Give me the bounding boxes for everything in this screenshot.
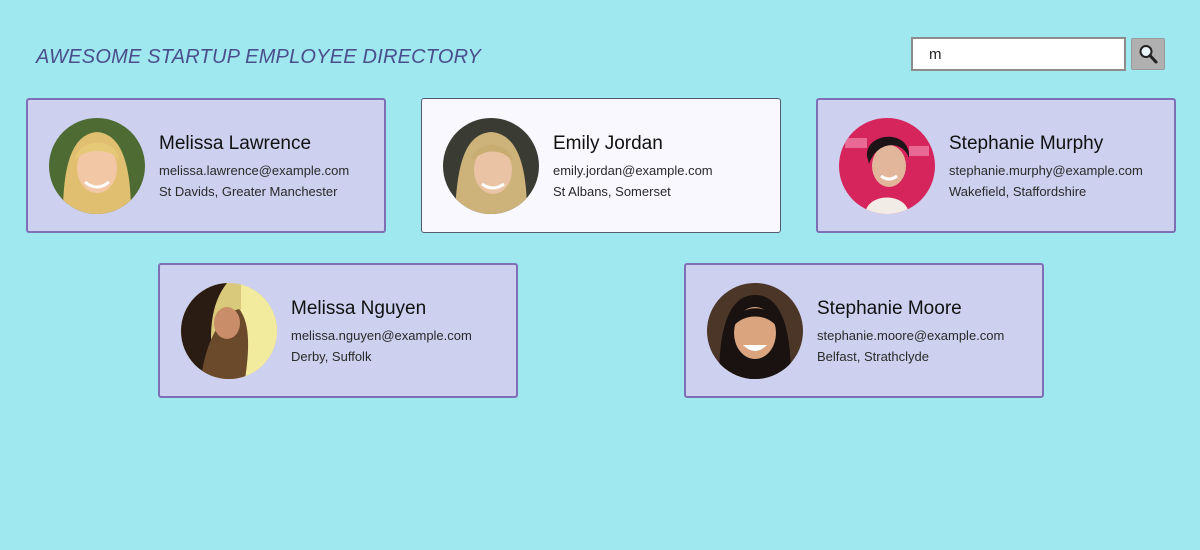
employee-avatar — [707, 282, 803, 379]
search-button[interactable] — [1131, 38, 1165, 70]
search-icon — [1139, 45, 1158, 64]
employee-name: Melissa Nguyen — [291, 297, 427, 319]
employee-info: Melissa Nguyen melissa.nguyen@example.co… — [291, 298, 472, 364]
employee-card[interactable]: Melissa Nguyen melissa.nguyen@example.co… — [158, 263, 518, 398]
employee-name: Stephanie Moore — [817, 297, 962, 319]
employee-info: Melissa Lawrence melissa.lawrence@exampl… — [159, 133, 349, 199]
employee-location: St Albans, Somerset — [553, 183, 671, 199]
employee-card[interactable]: Emily Jordan emily.jordan@example.com St… — [421, 98, 781, 233]
employee-location: Wakefield, Staffordshire — [949, 183, 1087, 199]
employee-location: Derby, Suffolk — [291, 348, 372, 364]
employee-location: Belfast, Strathclyde — [817, 348, 929, 364]
employee-avatar — [443, 117, 539, 214]
employee-card[interactable]: Stephanie Murphy stephanie.murphy@exampl… — [816, 98, 1176, 233]
employee-email: emily.jordan@example.com — [553, 162, 713, 178]
page-title: AWESOME STARTUP EMPLOYEE DIRECTORY — [36, 46, 482, 68]
employee-avatar — [181, 282, 277, 379]
employee-info: Stephanie Moore stephanie.moore@example.… — [817, 298, 1004, 364]
employee-email: stephanie.murphy@example.com — [949, 162, 1143, 178]
directory-page: AWESOME STARTUP EMPLOYEE DIRECTORY Melis… — [0, 0, 1200, 550]
employee-name: Emily Jordan — [553, 132, 663, 154]
employee-card[interactable]: Melissa Lawrence melissa.lawrence@exampl… — [26, 98, 386, 233]
employee-email: melissa.nguyen@example.com — [291, 327, 472, 343]
employee-location: St Davids, Greater Manchester — [159, 183, 338, 199]
employee-email: melissa.lawrence@example.com — [159, 162, 350, 178]
employee-name: Melissa Lawrence — [159, 132, 312, 154]
employee-card[interactable]: Stephanie Moore stephanie.moore@example.… — [684, 263, 1044, 398]
employee-name: Stephanie Murphy — [949, 132, 1104, 154]
search-input[interactable] — [911, 37, 1126, 71]
employee-info: Stephanie Murphy stephanie.murphy@exampl… — [949, 133, 1143, 199]
employee-avatar — [839, 117, 935, 214]
search-bar — [911, 37, 1165, 71]
employee-avatar — [49, 117, 145, 214]
employee-email: stephanie.moore@example.com — [817, 327, 1005, 343]
employee-info: Emily Jordan emily.jordan@example.com St… — [553, 133, 713, 199]
